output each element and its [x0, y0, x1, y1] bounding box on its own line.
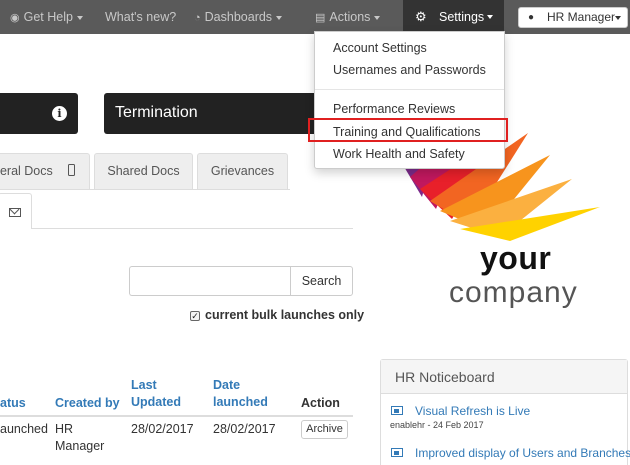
- archive-button[interactable]: Archive: [301, 420, 348, 439]
- cell-status: aunched: [0, 422, 48, 436]
- user-icon: ●: [528, 12, 535, 23]
- get-help-label: Get Help: [23, 10, 73, 24]
- newspaper-icon: [391, 448, 403, 457]
- menu-item-work-health-safety[interactable]: Work Health and Safety: [333, 147, 465, 161]
- column-header-last-updated[interactable]: Last Updated: [131, 377, 181, 411]
- table-header-divider: [0, 415, 353, 417]
- menu-divider: [315, 89, 504, 90]
- logo-word-company: company: [449, 276, 578, 309]
- info-icon[interactable]: i: [52, 106, 67, 121]
- actions-menu[interactable]: ▤ Actions: [315, 0, 381, 34]
- cell-created-by-line2: Manager: [55, 439, 105, 453]
- column-header-last-updated-line1: Last: [131, 378, 157, 392]
- user-menu-button[interactable]: ● HR Manager: [518, 7, 628, 28]
- menu-item-usernames-passwords[interactable]: Usernames and Passwords: [333, 63, 486, 77]
- notice-link-visual-refresh[interactable]: Visual Refresh is Live: [415, 404, 530, 418]
- hr-noticeboard: HR Noticeboard Visual Refresh is Live en…: [380, 359, 630, 465]
- cell-created-by-line1: HR: [55, 422, 74, 436]
- tab-grievances-label: Grievances: [210, 164, 275, 178]
- cell-date-launched: 28/02/2017: [213, 422, 276, 436]
- cell-created-by: HR Manager: [55, 421, 104, 455]
- column-header-status[interactable]: atus: [0, 395, 26, 412]
- chevron-down-icon: [615, 16, 621, 20]
- menu-item-account-settings[interactable]: Account Settings: [333, 41, 427, 55]
- bulk-launches-label: current bulk launches only: [205, 308, 365, 322]
- cell-last-updated: 28/02/2017: [131, 422, 194, 436]
- list-icon: ▤: [315, 12, 326, 24]
- noticeboard-title: HR Noticeboard: [395, 369, 495, 385]
- settings-dropdown: Account Settings Usernames and Passwords…: [314, 31, 505, 169]
- termination-label: Termination: [115, 104, 198, 121]
- panel-bar[interactable]: i: [0, 93, 78, 134]
- whats-new-link[interactable]: What's new?: [105, 0, 176, 34]
- notice-link-improved-display[interactable]: Improved display of Users and Branches: [415, 446, 630, 460]
- chevron-down-icon: [487, 15, 493, 19]
- chevron-down-icon: [276, 15, 283, 20]
- tab-grievances[interactable]: Grievances: [197, 153, 288, 189]
- settings-menu[interactable]: ⚙ Settings: [403, 0, 504, 34]
- logo-word-your: your: [480, 240, 552, 276]
- chevron-down-icon: [374, 15, 381, 20]
- lifebuoy-icon: ◉: [10, 12, 20, 24]
- tab-general-docs[interactable]: neral Docs: [0, 153, 90, 189]
- noticeboard-header: HR Noticeboard: [381, 360, 627, 394]
- column-header-last-updated-line2: Updated: [131, 395, 181, 409]
- dashboards-label: Dashboards: [204, 10, 273, 24]
- notice-meta: enablehr - 24 Feb 2017: [390, 420, 484, 430]
- gears-icon: ⚙: [415, 9, 427, 24]
- column-header-date-launched[interactable]: Date launched: [213, 377, 268, 411]
- highlight-annotation: [308, 118, 508, 142]
- mobile-icon: [68, 164, 75, 176]
- column-header-created-by[interactable]: Created by: [55, 395, 120, 412]
- column-header-action: Action: [301, 396, 340, 410]
- envelope-icon: [9, 208, 21, 217]
- settings-label: Settings: [439, 10, 485, 24]
- bulk-launches-checkbox[interactable]: ✓: [190, 311, 200, 321]
- subtab-email[interactable]: [0, 193, 32, 228]
- tabs-divider: [0, 189, 290, 190]
- column-header-date-launched-line2: launched: [213, 395, 268, 409]
- chevron-down-icon: [76, 15, 83, 20]
- dashboards-menu[interactable]: ◔ Dashboards: [194, 0, 283, 34]
- get-help-menu[interactable]: ◉ Get Help: [10, 0, 83, 34]
- search-button[interactable]: Search: [290, 266, 353, 296]
- dashboard-icon: ◔: [194, 12, 201, 24]
- whats-new-label: What's new?: [105, 10, 177, 24]
- search-input[interactable]: [129, 266, 291, 296]
- tab-shared-docs[interactable]: Shared Docs: [94, 153, 193, 189]
- tab-general-docs-label: neral Docs: [0, 164, 53, 178]
- tab-shared-docs-label: Shared Docs: [107, 164, 180, 178]
- newspaper-icon: [391, 406, 403, 415]
- top-navbar: ◉ Get Help What's new? ◔ Dashboards ▤ Actio…: [0, 0, 630, 34]
- actions-label: Actions: [329, 10, 371, 24]
- menu-item-performance-reviews[interactable]: Performance Reviews: [333, 102, 455, 116]
- column-header-date-launched-line1: Date: [213, 378, 241, 392]
- subtabs-divider: [31, 228, 353, 229]
- user-name: HR Manager: [547, 10, 616, 24]
